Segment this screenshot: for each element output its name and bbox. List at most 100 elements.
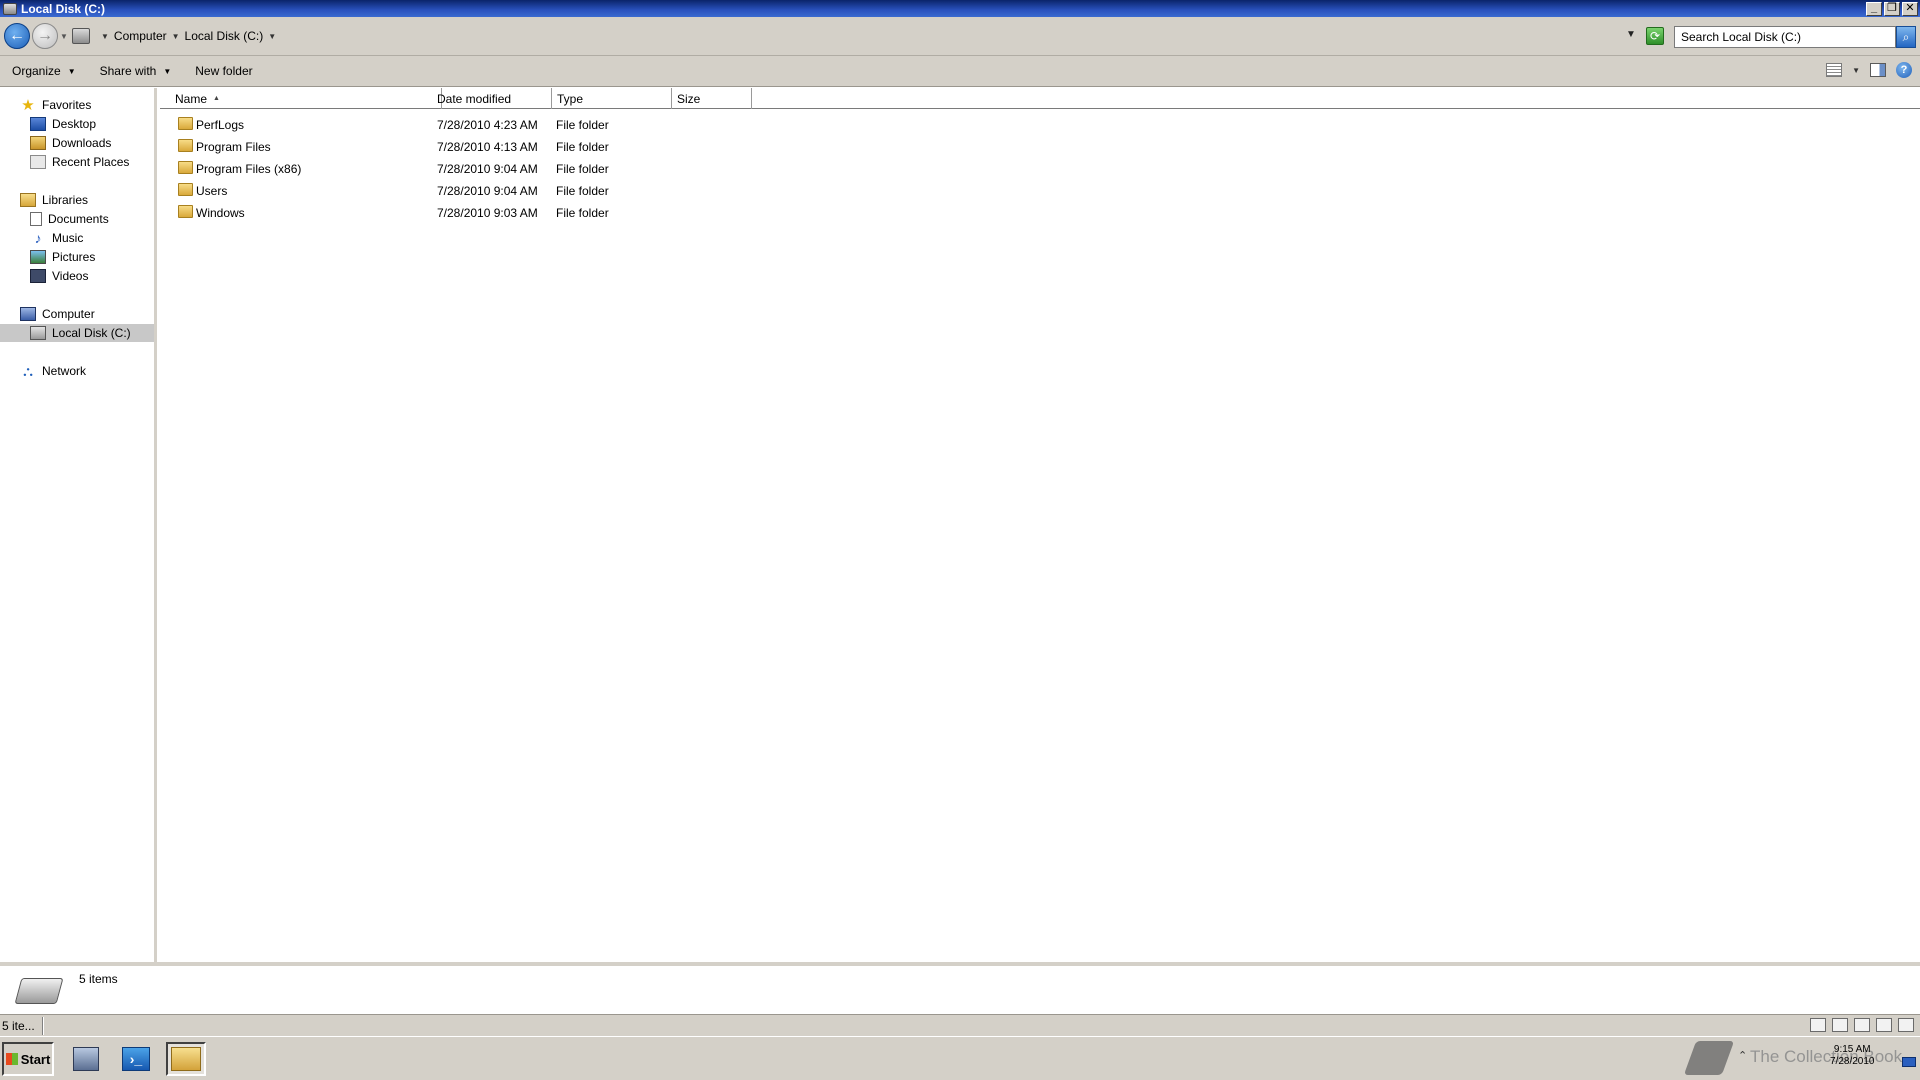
file-date: 7/28/2010 4:23 AM xyxy=(437,118,538,132)
nav-documents[interactable]: Documents xyxy=(30,210,109,228)
nav-local-disk[interactable]: Local Disk (C:) xyxy=(0,324,154,342)
chevron-down-icon[interactable]: ▼ xyxy=(101,32,109,41)
computer-icon xyxy=(72,28,90,44)
preview-pane-icon[interactable] xyxy=(1898,1018,1914,1032)
file-row[interactable]: PerfLogs 7/28/2010 4:23 AM File folder xyxy=(160,116,760,134)
show-hidden-icons-icon[interactable]: ⌃ xyxy=(1738,1049,1747,1062)
organize-label: Organize xyxy=(12,64,61,78)
start-label: Start xyxy=(20,1051,51,1067)
chevron-down-icon[interactable]: ▼ xyxy=(268,32,276,41)
folder-icon xyxy=(178,161,193,174)
file-name: PerfLogs xyxy=(196,118,245,132)
column-type-label: Type xyxy=(557,91,584,106)
search-icon[interactable]: ⌕ xyxy=(1896,26,1916,48)
file-date: 7/28/2010 9:03 AM xyxy=(437,206,538,220)
documents-icon xyxy=(30,212,42,226)
file-row[interactable]: Users 7/28/2010 9:04 AM File folder xyxy=(160,182,760,200)
status-bar: 5 ite... xyxy=(0,1014,1920,1036)
chevron-down-icon: ▼ xyxy=(163,66,172,76)
nav-computer[interactable]: Computer xyxy=(20,305,95,323)
new-folder-button[interactable]: New folder xyxy=(183,56,264,86)
column-date-modified[interactable]: Date modified xyxy=(432,88,552,109)
nav-downloads-label: Downloads xyxy=(52,136,112,150)
status-view-buttons xyxy=(1810,1018,1914,1032)
column-header-row: Name ▲ Date modified Type Size xyxy=(160,88,1920,109)
network-icon: ⛬ xyxy=(23,362,33,379)
nav-favorites[interactable]: ★ Favorites xyxy=(20,96,91,114)
nav-network[interactable]: ⛬ Network xyxy=(20,362,86,380)
change-view-icon[interactable] xyxy=(1826,63,1843,77)
taskbar-powershell[interactable]: ›_ xyxy=(116,1042,156,1076)
breadcrumb-local-disk[interactable]: Local Disk (C:) xyxy=(185,29,264,43)
drive-icon xyxy=(3,2,17,15)
system-tray: ⌃ The Collection Book 9:15 AM 7/28/2010 xyxy=(1683,1041,1920,1077)
column-size[interactable]: Size xyxy=(672,88,752,109)
nav-recent-places[interactable]: Recent Places xyxy=(30,153,129,171)
item-count: 5 items xyxy=(79,972,118,986)
breadcrumb-computer[interactable]: Computer xyxy=(114,29,167,43)
command-bar: Organize ▼ Share with ▼ New folder ▼ ? xyxy=(0,56,1920,87)
close-button[interactable]: ✕ xyxy=(1902,1,1918,16)
forward-button[interactable]: → xyxy=(32,23,58,49)
folder-icon xyxy=(178,139,193,152)
nav-desktop[interactable]: Desktop xyxy=(30,115,96,133)
refresh-icon[interactable]: ⟳ xyxy=(1646,27,1664,45)
file-row[interactable]: Program Files (x86) 7/28/2010 9:04 AM Fi… xyxy=(160,160,760,178)
file-row[interactable]: Windows 7/28/2010 9:03 AM File folder xyxy=(160,204,760,222)
folder-icon xyxy=(171,1047,201,1071)
file-type: File folder xyxy=(556,162,609,176)
navigation-pane: ★ Favorites Desktop Downloads Recent Pla… xyxy=(0,88,157,962)
clock[interactable]: 9:15 AM 7/28/2010 xyxy=(1830,1044,1875,1068)
file-date: 7/28/2010 9:04 AM xyxy=(437,162,538,176)
nav-libraries[interactable]: Libraries xyxy=(20,191,88,209)
file-list-pane: Name ▲ Date modified Type Size PerfLogs … xyxy=(160,88,1920,962)
search-input[interactable]: Search Local Disk (C:) xyxy=(1674,26,1896,48)
title-bar: Local Disk (C:) _ ❐ ✕ xyxy=(0,0,1920,17)
videos-icon xyxy=(30,269,46,283)
column-type[interactable]: Type xyxy=(552,88,672,109)
help-icon[interactable]: ? xyxy=(1896,62,1912,78)
nav-pictures[interactable]: Pictures xyxy=(30,248,95,266)
book-watermark-icon xyxy=(1683,1041,1735,1075)
chevron-down-icon[interactable]: ▼ xyxy=(172,32,180,41)
search-placeholder: Search Local Disk (C:) xyxy=(1681,30,1802,44)
back-button[interactable]: ← xyxy=(4,23,30,49)
details-view-icon[interactable] xyxy=(1810,1018,1826,1032)
show-desktop-icon[interactable] xyxy=(1902,1057,1916,1067)
local-disk-icon xyxy=(30,326,46,340)
star-icon: ★ xyxy=(21,97,35,114)
taskbar: Start ›_ ⌃ The Collection Book 9:15 AM 7… xyxy=(0,1036,1920,1080)
pictures-icon xyxy=(30,250,46,264)
minimize-button[interactable]: _ xyxy=(1866,1,1882,16)
chevron-down-icon: ▼ xyxy=(67,66,76,76)
share-with-label: Share with xyxy=(99,64,157,78)
drive-icon xyxy=(14,978,64,1004)
taskbar-explorer[interactable] xyxy=(166,1042,206,1076)
nav-network-label: Network xyxy=(42,364,87,378)
file-type: File folder xyxy=(556,206,609,220)
share-with-button[interactable]: Share with ▼ xyxy=(88,56,184,86)
nav-favorites-label: Favorites xyxy=(42,98,92,112)
start-button[interactable]: Start xyxy=(2,1042,54,1076)
file-name: Program Files (x86) xyxy=(196,162,302,176)
address-history-dropdown[interactable]: ▼ xyxy=(1626,29,1636,40)
breadcrumb[interactable]: ▼ Computer ▼ Local Disk (C:) ▼ xyxy=(72,24,1632,48)
nav-videos[interactable]: Videos xyxy=(30,267,88,285)
column-date-modified-label: Date modified xyxy=(437,91,512,106)
taskbar-server-manager[interactable] xyxy=(66,1042,106,1076)
details-pane-icon[interactable] xyxy=(1876,1018,1892,1032)
nav-downloads[interactable]: Downloads xyxy=(30,134,111,152)
view-options-dropdown[interactable]: ▼ xyxy=(1852,66,1860,75)
recent-pages-dropdown[interactable]: ▼ xyxy=(60,32,68,41)
details-pane: 5 items xyxy=(0,962,1920,1014)
restore-button[interactable]: ❐ xyxy=(1884,1,1900,16)
nav-music[interactable]: ♪ Music xyxy=(30,229,84,247)
column-name[interactable]: Name ▲ xyxy=(170,88,442,109)
layout-icon[interactable] xyxy=(1854,1018,1870,1032)
file-row[interactable]: Program Files 7/28/2010 4:13 AM File fol… xyxy=(160,138,760,156)
file-date: 7/28/2010 4:13 AM xyxy=(437,140,538,154)
large-icons-view-icon[interactable] xyxy=(1832,1018,1848,1032)
preview-pane-icon[interactable] xyxy=(1870,63,1886,77)
organize-button[interactable]: Organize ▼ xyxy=(0,56,88,86)
file-type: File folder xyxy=(556,140,609,154)
